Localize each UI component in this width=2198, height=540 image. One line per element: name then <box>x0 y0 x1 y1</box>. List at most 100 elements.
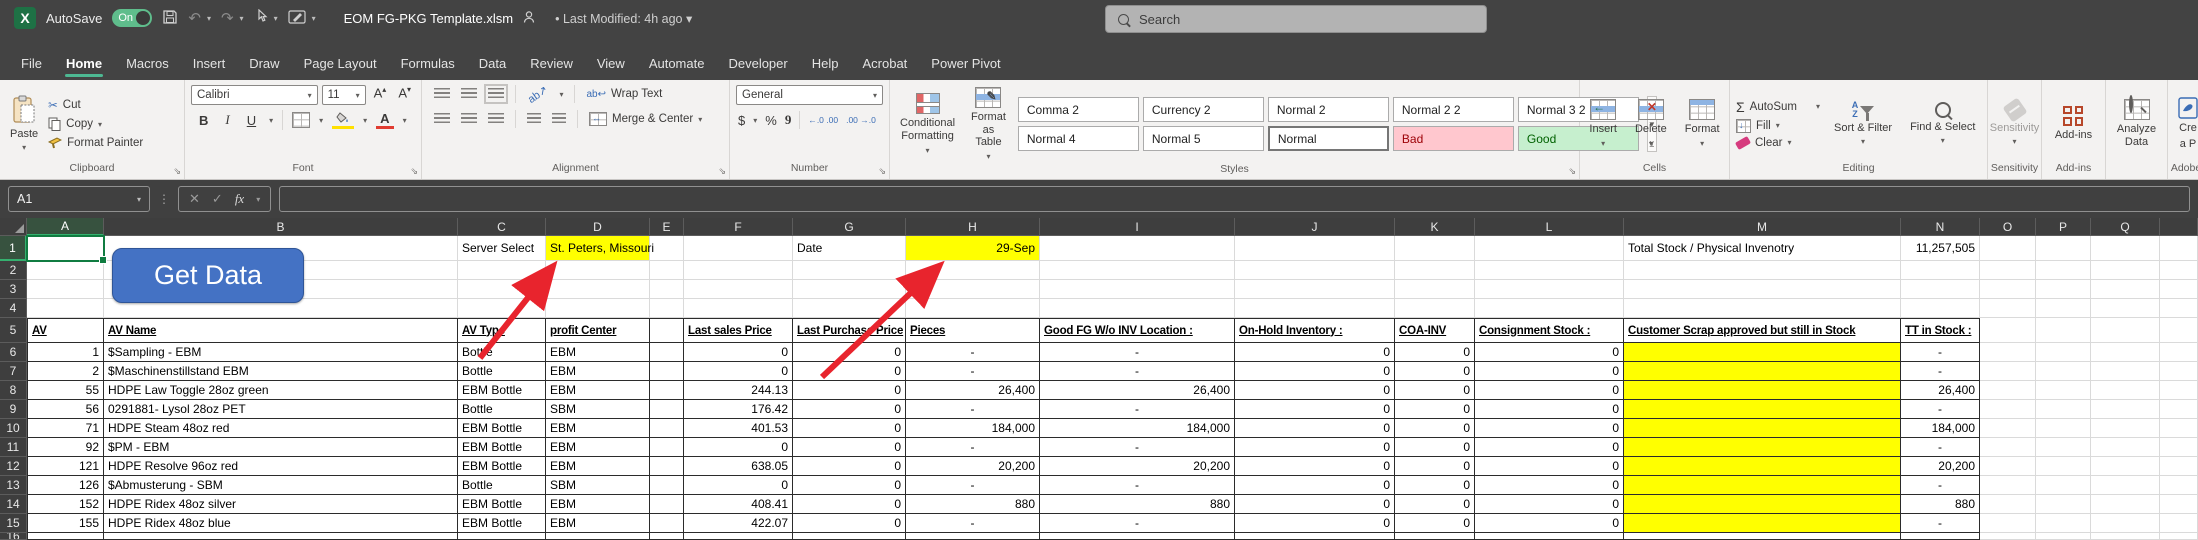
cell-H1[interactable]: 29-Sep <box>906 236 1040 261</box>
cell-J8[interactable]: 0 <box>1235 381 1395 400</box>
create-pdf-button-partial[interactable]: Crea P <box>2174 95 2198 152</box>
cell-I9[interactable]: - <box>1040 400 1235 419</box>
col-header-G[interactable]: G <box>793 218 906 236</box>
cell-G11[interactable]: 0 <box>793 438 906 457</box>
col-header-E[interactable]: E <box>650 218 684 236</box>
enter-button[interactable]: ✓ <box>212 191 223 207</box>
col-header-Q[interactable]: Q <box>2091 218 2160 236</box>
cell-L11[interactable]: 0 <box>1475 438 1624 457</box>
save-icon[interactable] <box>162 9 178 28</box>
cell-Q3[interactable] <box>2091 280 2160 299</box>
cell-K4[interactable] <box>1395 299 1475 318</box>
cell-H5[interactable]: Pieces <box>906 318 1040 343</box>
tab-help[interactable]: Help <box>801 49 850 80</box>
cell-M12[interactable] <box>1624 457 1901 476</box>
cell-K7[interactable]: 0 <box>1395 362 1475 381</box>
cell-Q11[interactable] <box>2091 438 2160 457</box>
cell-A7[interactable]: 2 <box>27 362 104 381</box>
cell-P10[interactable] <box>2036 419 2091 438</box>
delete-cells-button[interactable]: ✕ Delete▾ <box>1631 97 1671 150</box>
cell-D1[interactable]: St. Peters, Missouri <box>546 236 650 261</box>
cell-K12[interactable]: 0 <box>1395 457 1475 476</box>
cell-E3[interactable] <box>650 280 684 299</box>
cell-N11[interactable]: - <box>1901 438 1980 457</box>
cell-H16[interactable] <box>906 533 1040 540</box>
row-header-3[interactable]: 3 <box>0 280 27 299</box>
cell-F11[interactable]: 0 <box>684 438 793 457</box>
clear-button[interactable]: Clear▾ <box>1736 137 1820 149</box>
cell-H10[interactable]: 184,000 <box>906 419 1040 438</box>
cell-K8[interactable]: 0 <box>1395 381 1475 400</box>
cell-N10[interactable]: 184,000 <box>1901 419 1980 438</box>
cell-x4[interactable] <box>2160 299 2198 318</box>
cell-M1[interactable]: Total Stock / Physical Invenotry <box>1624 236 1901 261</box>
cell-A15[interactable]: 155 <box>27 514 104 533</box>
cell-L15[interactable]: 0 <box>1475 514 1624 533</box>
cell-I5[interactable]: Good FG W/o INV Location : <box>1040 318 1235 343</box>
row-header-12[interactable]: 12 <box>0 457 27 476</box>
cell-J6[interactable]: 0 <box>1235 343 1395 362</box>
currency-format-button[interactable]: $ <box>738 113 745 128</box>
cell-O3[interactable] <box>1980 280 2036 299</box>
row-header-14[interactable]: 14 <box>0 495 27 514</box>
cell-L6[interactable]: 0 <box>1475 343 1624 362</box>
cell-Q5[interactable] <box>2091 318 2160 343</box>
cell-O11[interactable] <box>1980 438 2036 457</box>
cell-D5[interactable]: profit Center <box>546 318 650 343</box>
tab-automate[interactable]: Automate <box>638 49 716 80</box>
cell-B7[interactable]: $Maschinenstillstand EBM <box>104 362 458 381</box>
cell-B5[interactable]: AV Name <box>104 318 458 343</box>
cell-Q16[interactable] <box>2091 533 2160 540</box>
styles-dialog-launcher[interactable]: ⇘ <box>1568 166 1576 177</box>
cell-C8[interactable]: EBM Bottle <box>458 381 546 400</box>
cell-J9[interactable]: 0 <box>1235 400 1395 419</box>
cell-G4[interactable] <box>793 299 906 318</box>
cell-B10[interactable]: HDPE Steam 48oz red <box>104 419 458 438</box>
row-header-9[interactable]: 9 <box>0 400 27 419</box>
cell-A5[interactable]: AV <box>27 318 104 343</box>
cell-I15[interactable]: - <box>1040 514 1235 533</box>
row-header-15[interactable]: 15 <box>0 514 27 533</box>
cell-O5[interactable] <box>1980 318 2036 343</box>
cell-E16[interactable] <box>650 533 684 540</box>
cell-D4[interactable] <box>546 299 650 318</box>
cell-A12[interactable]: 121 <box>27 457 104 476</box>
tab-home[interactable]: Home <box>55 49 113 80</box>
cell-J10[interactable]: 0 <box>1235 419 1395 438</box>
col-header-I[interactable]: I <box>1040 218 1235 236</box>
cell-A2[interactable] <box>27 261 104 280</box>
font-color-button[interactable]: A <box>376 111 393 129</box>
cell-N2[interactable] <box>1901 261 1980 280</box>
conditional-formatting-button[interactable]: Conditional Formatting▾ <box>896 91 959 156</box>
cell-Q13[interactable] <box>2091 476 2160 495</box>
cell-H6[interactable]: - <box>906 343 1040 362</box>
cell-P14[interactable] <box>2036 495 2091 514</box>
col-header-F[interactable]: F <box>684 218 793 236</box>
cell-L1[interactable] <box>1475 236 1624 261</box>
cell-I3[interactable] <box>1040 280 1235 299</box>
alignment-dialog-launcher[interactable]: ⇘ <box>718 166 726 177</box>
cell-Q9[interactable] <box>2091 400 2160 419</box>
cell-Q12[interactable] <box>2091 457 2160 476</box>
touch-mouse-chevron[interactable]: ▾ <box>274 14 278 23</box>
cell-x10[interactable] <box>2160 419 2198 438</box>
fill-color-button[interactable] <box>332 111 354 129</box>
cell-F3[interactable] <box>684 280 793 299</box>
cell-K2[interactable] <box>1395 261 1475 280</box>
row-header-11[interactable]: 11 <box>0 438 27 457</box>
cell-Q4[interactable] <box>2091 299 2160 318</box>
cell-G13[interactable]: 0 <box>793 476 906 495</box>
col-header-J[interactable]: J <box>1235 218 1395 236</box>
cell-D10[interactable]: EBM <box>546 419 650 438</box>
cell-L2[interactable] <box>1475 261 1624 280</box>
decrease-indent-button[interactable] <box>527 113 541 125</box>
formula-input[interactable] <box>279 186 2190 212</box>
cell-D13[interactable]: SBM <box>546 476 650 495</box>
cell-L16[interactable] <box>1475 533 1624 540</box>
cell-P5[interactable] <box>2036 318 2091 343</box>
cell-K3[interactable] <box>1395 280 1475 299</box>
cell-x1[interactable] <box>2160 236 2198 261</box>
cell-L3[interactable] <box>1475 280 1624 299</box>
cell-M4[interactable] <box>1624 299 1901 318</box>
cell-J13[interactable]: 0 <box>1235 476 1395 495</box>
